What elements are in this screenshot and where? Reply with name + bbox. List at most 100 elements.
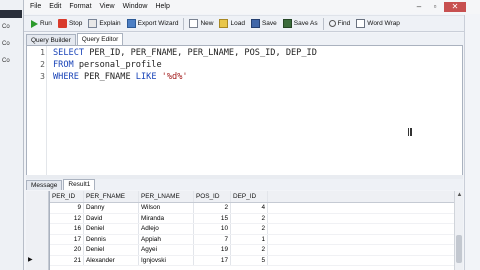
column-header-per-id[interactable]: PER_ID [50, 191, 84, 202]
grid-header: PER_ID PER_FNAME PER_LNAME POS_ID DEP_ID [50, 191, 463, 203]
table-row[interactable]: 16 Deniel Adlejo 10 2 [50, 224, 463, 235]
column-header-pos-id[interactable]: POS_ID [194, 191, 231, 202]
line-number: 3 [40, 72, 45, 81]
background-text: Co [2, 58, 10, 64]
tab-query-builder[interactable]: Query Builder [26, 34, 76, 45]
tab-result1[interactable]: Result1 [63, 179, 96, 190]
tab-query-editor[interactable]: Query Editor [76, 33, 124, 45]
column-header-dep-id[interactable]: DEP_ID [231, 191, 268, 202]
column-header-per-lname[interactable]: PER_LNAME [139, 191, 194, 202]
sql-string: '%d%' [156, 72, 188, 82]
load-label: Load [230, 20, 245, 27]
word-wrap-icon [356, 19, 366, 28]
run-button[interactable]: Run [28, 17, 55, 31]
line-number-gutter: 1 2 3 [27, 46, 47, 177]
save-label: Save [261, 20, 277, 27]
find-button[interactable]: Find [326, 17, 354, 31]
menu-window[interactable]: Window [119, 0, 152, 14]
table-row[interactable]: 12 David Miranda 15 2 [50, 213, 463, 224]
find-label: Find [337, 20, 351, 27]
maximize-button[interactable]: ▫ [428, 2, 442, 12]
background-window-titlebar [0, 10, 22, 18]
cell-dep-id: 2 [231, 224, 268, 234]
sql-editor[interactable]: 1 2 3 SELECT PER_ID, PER_FNAME, PER_LNAM… [26, 45, 463, 178]
background-text: Co [2, 41, 10, 47]
result-tabs: Message Result1 [26, 179, 463, 190]
save-as-label: Save As [293, 20, 318, 27]
new-button[interactable]: New [186, 17, 216, 31]
save-button[interactable]: Save [248, 17, 280, 31]
cell-per-id: 21 [50, 255, 84, 265]
save-as-icon [282, 19, 292, 28]
word-wrap-label: Word Wrap [367, 20, 400, 27]
word-wrap-button[interactable]: Word Wrap [353, 17, 403, 31]
cell-per-id: 17 [50, 234, 84, 244]
menu-help[interactable]: Help [151, 0, 173, 14]
cell-per-id: 20 [50, 245, 84, 255]
sql-keyword: FROM [53, 60, 74, 70]
run-icon [31, 19, 38, 28]
cell-pos-id: 7 [194, 234, 231, 244]
cell-per-id: 12 [50, 213, 84, 223]
code-line: SELECT PER_ID, PER_FNAME, PER_LNAME, POS… [53, 48, 317, 58]
cell-per-fname: Deniel [84, 245, 139, 255]
code-line: FROM personal_profile [53, 60, 162, 70]
line-number: 1 [40, 48, 45, 57]
result-grid[interactable]: PER_ID PER_FNAME PER_LNAME POS_ID DEP_ID… [49, 191, 463, 270]
cell-per-id: 16 [50, 224, 84, 234]
cell-per-fname: Dennis [84, 234, 139, 244]
vertical-scrollbar[interactable]: ▲ [454, 191, 463, 270]
cell-dep-id: 2 [231, 245, 268, 255]
menu-bar: File Edit Format View Window Help – ▫ ✕ [24, 0, 480, 14]
menu-file[interactable]: File [26, 0, 45, 14]
magnifier-icon [328, 20, 336, 27]
sql-keyword: WHERE [53, 72, 79, 82]
explain-label: Explain [99, 20, 121, 27]
minimize-button[interactable]: – [412, 2, 426, 12]
scroll-up-icon[interactable]: ▲ [455, 191, 464, 199]
table-row[interactable]: 9 Danny Wilson 2 4 [50, 203, 463, 214]
cell-pos-id: 15 [194, 213, 231, 223]
save-as-button[interactable]: Save As [280, 17, 321, 31]
text-cursor-icon [408, 128, 412, 136]
row-selector-column: ▶ [26, 191, 49, 270]
line-number: 2 [40, 60, 45, 69]
cell-per-lname: Agyei [139, 245, 194, 255]
menu-edit[interactable]: Edit [45, 0, 65, 14]
explain-button[interactable]: Explain [85, 17, 123, 31]
background-window-strip: Co Co Co [0, 0, 24, 270]
menu-format[interactable]: Format [65, 0, 95, 14]
cell-dep-id: 4 [231, 203, 268, 213]
column-header-per-fname[interactable]: PER_FNAME [84, 191, 139, 202]
cell-dep-id: 5 [231, 255, 268, 265]
table-row[interactable]: 21 Alexander Ignjovski 17 5 [50, 255, 463, 266]
cell-per-fname: Deniel [84, 224, 139, 234]
cell-per-lname: Ignjovski [139, 255, 194, 265]
export-wizard-button[interactable]: Export Wizard [124, 17, 182, 31]
sql-text: personal_profile [73, 60, 162, 70]
table-row[interactable]: 20 Deniel Agyei 19 2 [50, 245, 463, 256]
sql-keyword: LIKE [135, 72, 157, 82]
cell-per-lname: Miranda [139, 213, 194, 223]
menu-view[interactable]: View [96, 0, 119, 14]
run-label: Run [40, 20, 52, 27]
cell-per-lname: Wilson [139, 203, 194, 213]
window-controls: – ▫ ✕ [412, 0, 480, 14]
close-button[interactable]: ✕ [444, 2, 466, 12]
cell-per-fname: David [84, 213, 139, 223]
current-row-arrow-icon: ▶ [28, 257, 33, 263]
stop-button[interactable]: Stop [55, 17, 85, 31]
sql-keyword: SELECT [53, 48, 85, 58]
cell-pos-id: 19 [194, 245, 231, 255]
save-icon [250, 19, 260, 28]
table-row[interactable]: 17 Dennis Appiah 7 1 [50, 234, 463, 245]
stop-label: Stop [68, 20, 83, 27]
cell-per-id: 9 [50, 203, 84, 213]
folder-icon [219, 19, 229, 28]
tab-message[interactable]: Message [26, 180, 63, 190]
sql-text: PER_ID, PER_FNAME, PER_LNAME, POS_ID, DE… [84, 48, 317, 58]
scrollbar-thumb[interactable] [456, 235, 462, 263]
background-text: Co [2, 24, 10, 30]
cell-dep-id: 2 [231, 213, 268, 223]
load-button[interactable]: Load [216, 17, 247, 31]
